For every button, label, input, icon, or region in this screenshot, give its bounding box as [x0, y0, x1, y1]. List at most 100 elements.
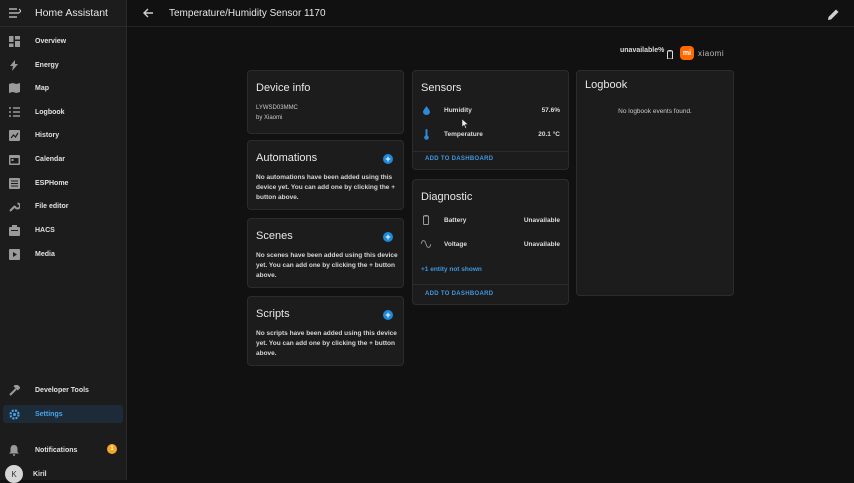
battery-icon — [667, 46, 674, 60]
sidebar: Home Assistant Overview Energy Map Logbo… — [0, 0, 127, 483]
notification-badge: 1 — [107, 444, 117, 454]
empty-text: No scenes have been added using this dev… — [256, 252, 398, 279]
sensor-name: Humidity — [444, 106, 472, 114]
add-to-dashboard-button[interactable]: ADD TO DASHBOARD — [425, 291, 493, 297]
hacs-icon — [8, 224, 20, 236]
chart-icon — [8, 129, 20, 141]
sidebar-header: Home Assistant — [0, 0, 126, 27]
bell-icon — [8, 444, 20, 456]
sidebar-item-developer-tools[interactable]: Developer Tools — [3, 381, 123, 399]
hidden-entities-link[interactable]: +1 entity not shown — [421, 266, 482, 273]
xiaomi-logo-icon: mi — [680, 46, 694, 60]
card-title: Logbook — [585, 79, 628, 91]
sidebar-item-label: ESPHome — [35, 179, 69, 187]
sidebar-item-logbook[interactable]: Logbook — [3, 103, 123, 121]
sidebar-item-map[interactable]: Map — [3, 79, 123, 97]
add-scene-button[interactable]: + — [383, 232, 393, 242]
card-title: Device info — [256, 82, 311, 94]
gear-icon — [8, 408, 20, 420]
sidebar-item-calendar[interactable]: Calendar — [3, 150, 123, 168]
logbook-empty-text: No logbook events found. — [618, 108, 692, 115]
sensor-value: 20.1 °C — [538, 130, 560, 138]
sine-wave-icon — [421, 239, 431, 249]
diagnostic-name: Battery — [444, 216, 467, 224]
sidebar-item-esphome[interactable]: ESPHome — [3, 174, 123, 192]
add-to-dashboard-button[interactable]: ADD TO DASHBOARD — [425, 156, 493, 162]
menu-icon[interactable] — [8, 8, 22, 18]
add-automation-button[interactable]: + — [383, 154, 393, 164]
lightning-icon — [8, 59, 20, 71]
avatar: K — [5, 465, 23, 483]
sidebar-item-user[interactable]: K Kiril — [3, 465, 123, 483]
sidebar-item-label: Map — [35, 84, 49, 92]
sidebar-item-label: Settings — [35, 410, 63, 418]
page-title: Temperature/Humidity Sensor 1170 — [169, 7, 326, 19]
thermometer-icon — [421, 128, 431, 140]
add-script-button[interactable]: + — [383, 310, 393, 320]
sidebar-item-settings[interactable]: Settings — [3, 405, 123, 423]
calendar-icon — [8, 153, 20, 165]
grid-icon — [8, 35, 20, 47]
sidebar-item-label: Developer Tools — [35, 386, 89, 394]
hammer-icon — [8, 384, 20, 396]
sidebar-item-energy[interactable]: Energy — [3, 56, 123, 74]
sidebar-item-hacs[interactable]: HACS — [3, 221, 123, 239]
sidebar-item-label: Notifications — [35, 446, 78, 454]
diagnostic-value: Unavailable — [523, 216, 560, 224]
card-title: Scenes — [256, 230, 293, 242]
media-icon — [8, 248, 20, 260]
sensor-name: Temperature — [444, 130, 483, 138]
card-title: Sensors — [421, 82, 462, 94]
sidebar-item-label: History — [35, 131, 60, 139]
empty-text: No scripts have been added using this de… — [256, 330, 397, 357]
top-bar: Temperature/Humidity Sensor 1170 — [127, 0, 854, 27]
wrench-icon — [8, 200, 20, 212]
sidebar-item-file-editor[interactable]: File editor — [3, 197, 123, 215]
card-title: Automations — [256, 152, 318, 164]
mouse-cursor-icon — [461, 116, 469, 134]
divider — [413, 284, 568, 285]
status-text: unavailable% — [620, 47, 665, 54]
sensor-row-temperature[interactable]: Temperature 20.1 °C — [421, 127, 560, 141]
chip-icon — [8, 177, 20, 189]
diagnostic-row-battery[interactable]: Battery Unavailable — [421, 213, 560, 227]
device-info-card: Device info LYWSD03MMC by Xiaomi — [247, 70, 404, 134]
sidebar-item-label: Calendar — [35, 155, 65, 163]
diagnostic-value: Unavailable — [523, 240, 560, 248]
water-drop-icon — [421, 105, 431, 115]
sensor-row-humidity[interactable]: Humidity 57.6% — [421, 103, 560, 117]
sidebar-item-label: Overview — [35, 37, 67, 45]
sidebar-item-label: Media — [35, 250, 55, 258]
pencil-icon[interactable] — [828, 7, 840, 20]
list-icon — [8, 106, 20, 118]
device-status: unavailable% — [620, 46, 674, 60]
sidebar-item-label: File editor — [35, 202, 69, 210]
card-title: Scripts — [256, 308, 290, 320]
scenes-card: Scenes + No scenes have been added using… — [247, 218, 404, 288]
back-arrow-icon[interactable] — [140, 5, 156, 21]
logbook-card: Logbook No logbook events found. — [576, 70, 734, 296]
map-icon — [8, 82, 20, 94]
divider — [413, 151, 568, 152]
sidebar-item-media[interactable]: Media — [3, 245, 123, 263]
app-title: Home Assistant — [35, 7, 108, 19]
brand: mi xiaomi — [680, 46, 724, 60]
device-manufacturer: by Xiaomi — [256, 115, 283, 121]
user-name: Kiril — [33, 470, 47, 478]
device-model: LYWSD03MMC — [256, 105, 298, 111]
diagnostic-name: Voltage — [444, 240, 467, 248]
diagnostic-card: Diagnostic Battery Unavailable Voltage U… — [412, 179, 569, 305]
diagnostic-row-voltage[interactable]: Voltage Unavailable — [421, 237, 560, 251]
sidebar-item-notifications[interactable]: Notifications 1 — [3, 441, 123, 459]
sidebar-item-overview[interactable]: Overview — [3, 32, 123, 50]
sensor-value: 57.6% — [541, 106, 560, 114]
brand-name: xiaomi — [698, 48, 725, 58]
sidebar-item-label: HACS — [35, 226, 55, 234]
empty-text: No automations have been added using thi… — [256, 174, 396, 201]
sidebar-item-label: Logbook — [35, 108, 65, 116]
automations-card: Automations + No automations have been a… — [247, 140, 404, 210]
scripts-card: Scripts + No scripts have been added usi… — [247, 296, 404, 366]
battery-icon — [421, 215, 431, 225]
sidebar-item-history[interactable]: History — [3, 126, 123, 144]
sidebar-item-label: Energy — [35, 61, 59, 69]
